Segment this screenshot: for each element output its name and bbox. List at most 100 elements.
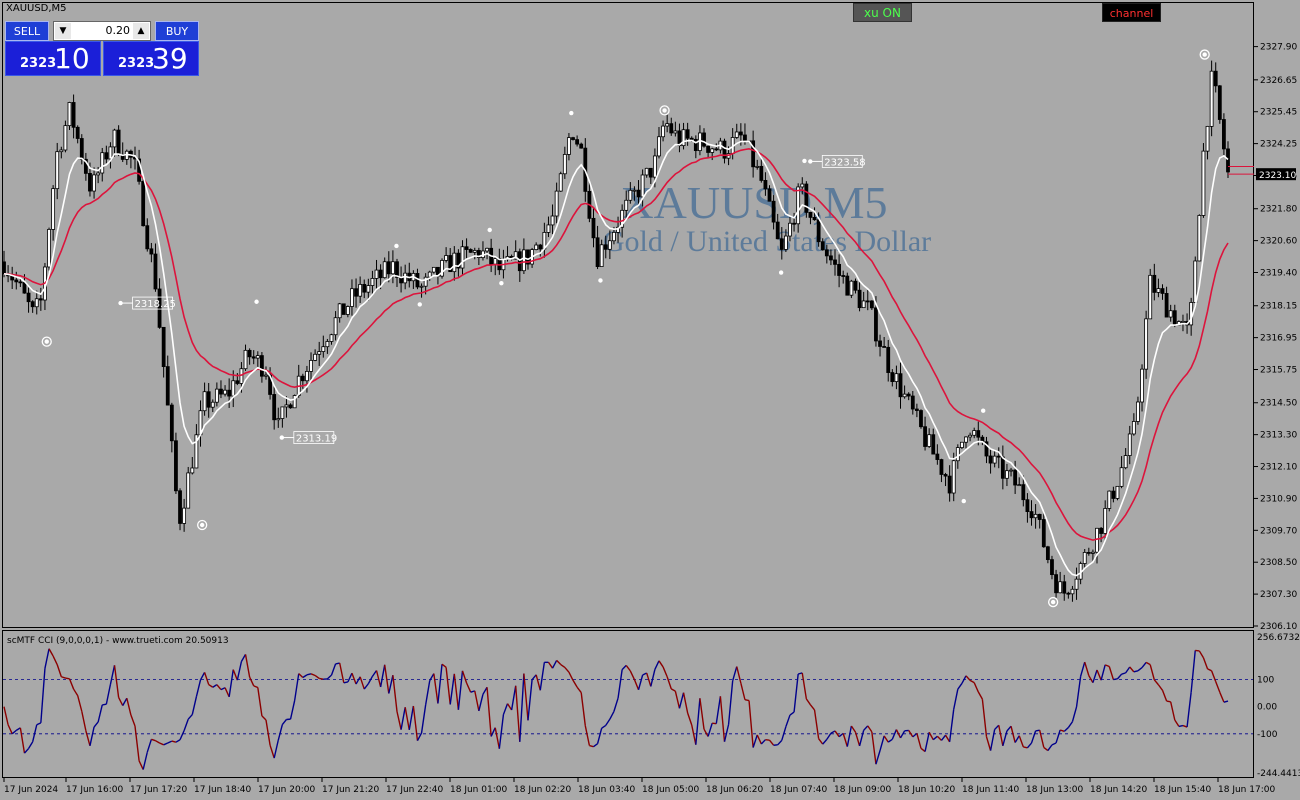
bear-candle (693, 138, 698, 152)
bull-candle (34, 298, 39, 308)
bear-candle (2, 261, 6, 275)
bear-candle (1111, 490, 1116, 499)
bear-candle (1217, 85, 1222, 120)
cci-title: scMTF CCI (9,0,0,0,1) - www.trueti.com 2… (7, 636, 229, 646)
bull-candle (55, 151, 60, 190)
swing-marker-dot (981, 408, 986, 413)
bull-candle (796, 186, 801, 225)
bear-candle (153, 253, 158, 290)
bull-candle (243, 349, 248, 370)
price-tick-label: 2327.90 (1260, 43, 1297, 53)
watermark-symbol: XAUUSD,M5 (620, 177, 887, 228)
swing-marker-dot (499, 280, 504, 286)
lot-size-field[interactable]: ▼ 0.20 ▲ (53, 21, 151, 41)
bear-candle (206, 391, 211, 408)
time-tick-label: 18 Jun 13:00 (1026, 785, 1083, 795)
cci-tick-label: -100 (1257, 730, 1278, 740)
price-tick-label: 2312.10 (1260, 463, 1297, 473)
cci-segment-up (1113, 678, 1118, 681)
bull-candle (214, 388, 219, 403)
swing-marker-dot (44, 339, 49, 344)
bull-candle (92, 174, 96, 192)
time-tick-label: 18 Jun 15:40 (1154, 785, 1211, 795)
bear-candle (1152, 274, 1157, 293)
bear-candle (1213, 70, 1218, 87)
bull-candle (612, 231, 616, 242)
price-tick-label: 2326.65 (1260, 76, 1297, 86)
swing-marker-dot (1050, 599, 1056, 605)
bull-candle (403, 272, 408, 284)
bear-candle (18, 281, 23, 284)
lot-size-value[interactable]: 0.20 (74, 22, 131, 40)
bull-candle (333, 317, 338, 336)
buy-button[interactable]: BUY (155, 21, 199, 41)
cci-segment-up (102, 703, 107, 706)
bear-candle (517, 251, 522, 272)
channel-toggle-button[interactable]: channel (1102, 3, 1161, 22)
bull-candle (337, 303, 342, 319)
bear-candle (771, 200, 776, 223)
bear-candle (841, 275, 846, 277)
bull-candle (309, 359, 313, 372)
bull-candle (632, 189, 637, 192)
swing-marker-dot (662, 108, 667, 113)
bear-candle (75, 126, 80, 139)
buy-price-prefix: 2323 (118, 56, 155, 71)
bear-candle (88, 173, 92, 192)
bear-candle (71, 102, 76, 128)
buy-price-quote[interactable]: 2323 39 (103, 41, 199, 76)
price-tick-label: 2319.40 (1260, 269, 1297, 279)
bull-candle (644, 167, 649, 176)
bear-candle (988, 455, 993, 464)
bear-candle (792, 222, 796, 225)
bear-candle (939, 459, 944, 475)
price-tick-label: 2316.95 (1260, 334, 1297, 344)
bull-candle (624, 199, 629, 211)
bull-candle (788, 222, 792, 237)
bull-candle (202, 391, 207, 412)
lot-increase-icon[interactable]: ▲ (133, 23, 149, 39)
bear-candle (837, 263, 842, 276)
bull-candle (546, 224, 551, 233)
bear-candle (251, 356, 256, 359)
price-tick-label: 2318.15 (1260, 302, 1297, 312)
bull-candle (1127, 433, 1132, 456)
bull-candle (562, 154, 567, 175)
bear-candle (1160, 288, 1165, 294)
time-tick-label: 18 Jun 01:00 (450, 785, 507, 795)
bear-candle (1025, 499, 1030, 512)
bull-candle (51, 188, 56, 230)
bear-candle (935, 453, 940, 460)
bear-candle (714, 148, 719, 151)
bull-candle (1144, 318, 1149, 370)
bull-candle (305, 371, 309, 382)
bull-candle (992, 455, 997, 464)
bear-candle (910, 395, 915, 410)
bull-candle (534, 244, 539, 251)
lot-decrease-icon[interactable]: ▼ (55, 23, 71, 39)
bear-candle (1000, 456, 1005, 479)
bull-candle (366, 285, 371, 293)
bear-candle (648, 167, 653, 178)
bull-candle (108, 146, 113, 160)
xu-toggle-button[interactable]: xu ON (853, 3, 912, 22)
terminal-chart[interactable]: XAUUSD,M5 Gold / United States Dollar 23… (0, 0, 1300, 800)
bull-candle (554, 190, 559, 217)
bull-candle (710, 148, 715, 153)
bear-candle (738, 131, 743, 136)
time-tick-label: 18 Jun 11:40 (962, 785, 1019, 795)
bear-candle (824, 249, 829, 257)
bear-candle (833, 259, 837, 265)
bear-candle (468, 249, 473, 253)
bull-candle (390, 261, 395, 275)
cci-tick-label: 0.00 (1257, 703, 1277, 713)
annotation-label: 2313.19 (296, 434, 337, 445)
sell-price-quote[interactable]: 2323 10 (5, 41, 101, 76)
bear-candle (259, 355, 264, 377)
bull-candle (329, 334, 334, 342)
time-tick-label: 18 Jun 03:40 (578, 785, 635, 795)
time-tick-label: 18 Jun 17:00 (1218, 785, 1275, 795)
time-tick-label: 18 Jun 14:20 (1090, 785, 1147, 795)
sell-button[interactable]: SELL (5, 21, 49, 41)
bear-candle (1086, 552, 1091, 554)
